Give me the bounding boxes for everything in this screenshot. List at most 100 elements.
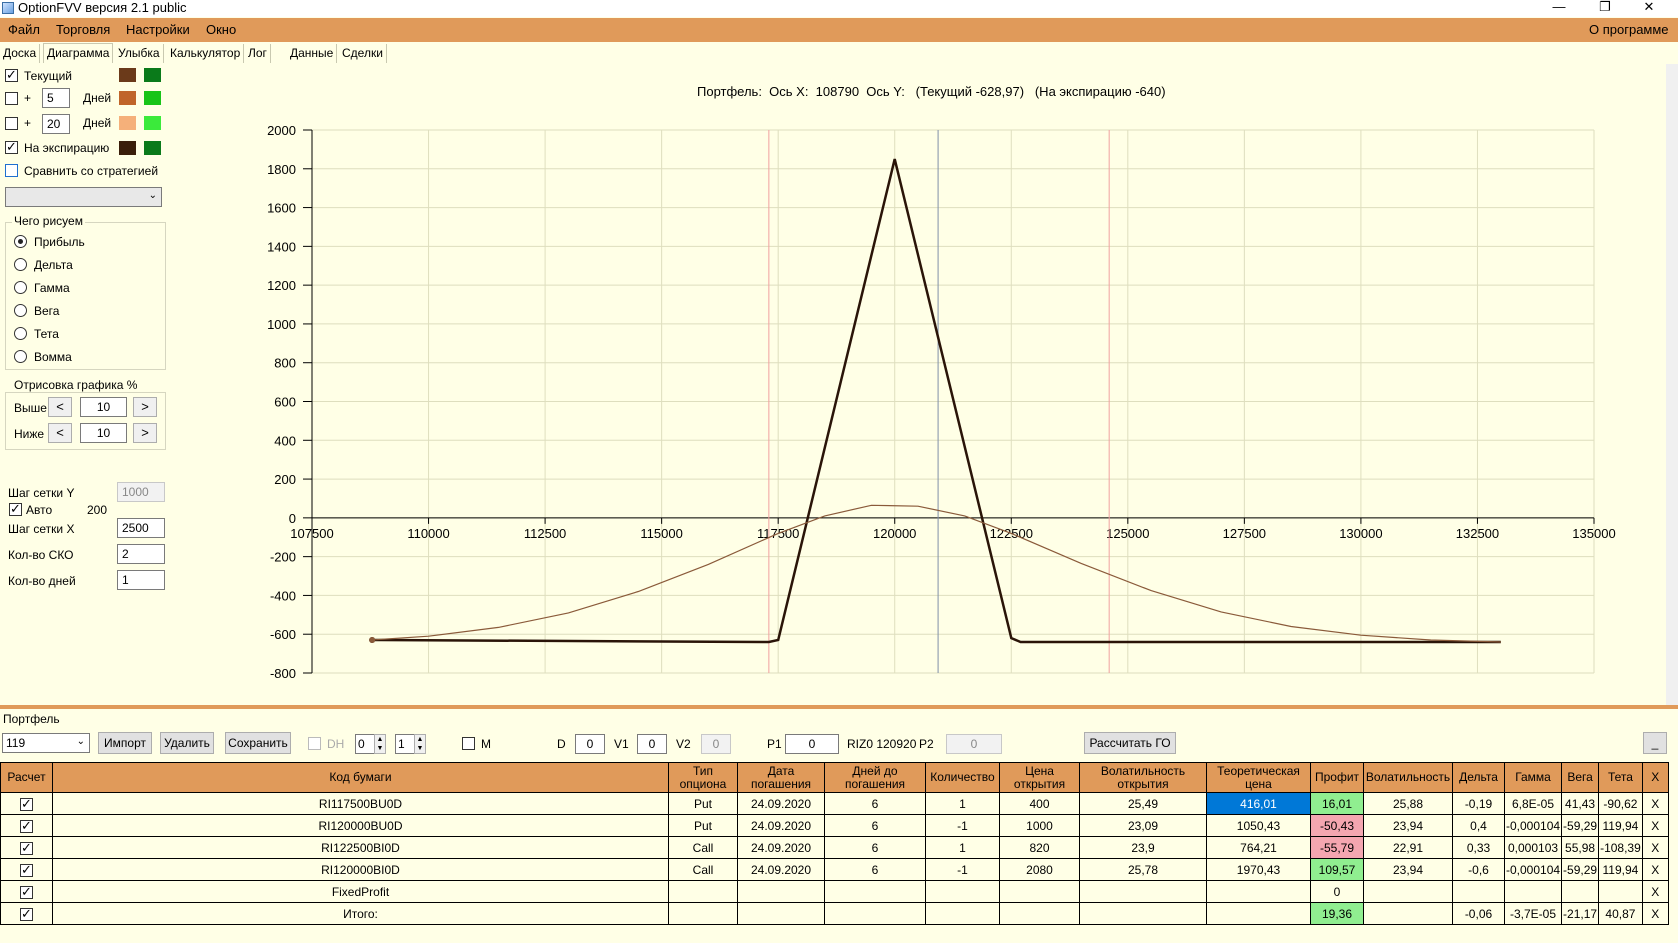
table-row[interactable]: RI120000BI0DCall24.09.20206-1208025,7819… xyxy=(0,858,1669,881)
column-header[interactable]: Профит xyxy=(1310,762,1364,793)
calc-checkbox[interactable] xyxy=(20,840,33,856)
column-header[interactable]: Код бумаги xyxy=(52,762,669,793)
table-cell: 24.09.2020 xyxy=(737,858,825,881)
column-header[interactable]: Цена открытия xyxy=(999,762,1080,793)
remove-row-button[interactable]: X xyxy=(1641,902,1669,925)
m-label: M xyxy=(481,737,491,751)
dh-spin1-input[interactable]: 0 xyxy=(355,734,375,754)
table-cell: 16,01 xyxy=(1310,792,1364,815)
calc-cell[interactable] xyxy=(0,858,53,881)
column-header[interactable]: Дельта xyxy=(1452,762,1505,793)
table-row[interactable]: RI122500BI0DCall24.09.20206182023,9764,2… xyxy=(0,836,1669,859)
payoff-chart[interactable]: 2000180016001400120010008006004002000-20… xyxy=(0,0,1678,705)
table-row[interactable]: Итого: 19,36 -0,06-3,7E-05-21,1740,87X xyxy=(0,902,1669,925)
remove-row-button[interactable]: X xyxy=(1641,858,1669,881)
remove-row-button[interactable]: X xyxy=(1641,880,1669,903)
table-cell: 6,8E-05 xyxy=(1503,792,1563,815)
table-row[interactable]: FixedProfit 0 X xyxy=(0,880,1669,903)
y-tick-label: -800 xyxy=(270,666,296,681)
table-cell: 0,33 xyxy=(1452,836,1505,859)
table-cell xyxy=(1452,880,1505,903)
table-cell xyxy=(737,880,825,903)
v2-label: V2 xyxy=(676,737,691,751)
import-button[interactable]: Импорт xyxy=(98,732,152,754)
column-header[interactable]: Волатильность открытия xyxy=(1079,762,1207,793)
dh-spin1-arrows[interactable]: ▲ ▼ xyxy=(374,734,386,754)
y-tick-label: 2000 xyxy=(267,123,296,138)
table-cell xyxy=(999,880,1080,903)
table-cell: -108,39 xyxy=(1598,836,1643,859)
table-cell: 25,78 xyxy=(1079,858,1207,881)
table-header: Расчет Код бумаги Тип опциона Дата погашени… xyxy=(0,762,1669,793)
calc-go-button[interactable]: Рассчитать ГО xyxy=(1084,732,1176,754)
table-cell: 400 xyxy=(999,792,1080,815)
table-cell: -3,7E-05 xyxy=(1503,902,1563,925)
remove-row-button[interactable]: X xyxy=(1641,836,1669,859)
m-checkbox[interactable] xyxy=(462,737,475,750)
portfolio-select[interactable]: 119 ⌄ xyxy=(2,733,90,753)
column-header[interactable]: Дней до погашения xyxy=(824,762,926,793)
table-cell: Put xyxy=(668,792,738,815)
y-tick-label: 800 xyxy=(274,356,296,371)
column-header[interactable]: Расчет xyxy=(0,762,53,793)
table-row[interactable]: RI120000BU0DPut24.09.20206-1100023,09105… xyxy=(0,814,1669,837)
dh-spin2-arrows[interactable]: ▲ ▼ xyxy=(414,734,426,754)
table-row[interactable]: RI117500BU0DPut24.09.20206140025,49416,0… xyxy=(0,792,1669,815)
table-cell: -1 xyxy=(925,814,1000,837)
calc-checkbox[interactable] xyxy=(20,862,33,878)
collapse-button[interactable]: _ xyxy=(1643,732,1667,754)
calc-checkbox[interactable] xyxy=(20,906,33,922)
p2-input[interactable]: 0 xyxy=(946,734,1002,754)
panel-splitter[interactable] xyxy=(0,705,1678,709)
save-button[interactable]: Сохранить xyxy=(225,732,291,754)
x-tick-label: 120000 xyxy=(873,526,916,541)
p1-input[interactable]: 0 xyxy=(785,734,839,754)
p1-label: P1 xyxy=(767,737,782,751)
table-cell xyxy=(668,902,738,925)
calc-cell[interactable] xyxy=(0,902,53,925)
table-cell: -59,29 xyxy=(1561,814,1600,837)
calc-checkbox[interactable] xyxy=(20,796,33,812)
delete-button[interactable]: Удалить xyxy=(160,732,214,754)
calc-cell[interactable] xyxy=(0,792,53,815)
table-cell: 119,94 xyxy=(1598,858,1643,881)
column-header[interactable]: Количество xyxy=(925,762,1000,793)
table-cell xyxy=(1363,880,1453,903)
column-header[interactable]: Вега xyxy=(1561,762,1600,793)
table-cell xyxy=(1206,880,1311,903)
table-cell xyxy=(1206,902,1311,925)
d-input[interactable]: 0 xyxy=(575,734,605,754)
table-cell: RI117500BU0D xyxy=(52,792,669,815)
table-cell: 23,94 xyxy=(1363,858,1453,881)
column-header[interactable]: X xyxy=(1641,762,1669,793)
v1-input[interactable]: 0 xyxy=(637,734,667,754)
dh-spin2-input[interactable]: 1 xyxy=(395,734,415,754)
remove-row-button[interactable]: X xyxy=(1641,814,1669,837)
column-header[interactable]: Волатильность xyxy=(1363,762,1453,793)
v2-input[interactable]: 0 xyxy=(701,734,731,754)
column-header[interactable]: Теоретическая цена xyxy=(1206,762,1311,793)
table-cell xyxy=(1503,880,1563,903)
table-cell: 40,87 xyxy=(1598,902,1643,925)
x-tick-label: 107500 xyxy=(290,526,333,541)
column-header[interactable]: Тип опциона xyxy=(668,762,738,793)
table-cell xyxy=(925,880,1000,903)
column-header[interactable]: Тета xyxy=(1598,762,1643,793)
dh-checkbox[interactable] xyxy=(308,737,321,750)
column-header[interactable]: Гамма xyxy=(1503,762,1563,793)
remove-row-button[interactable]: X xyxy=(1641,792,1669,815)
table-cell: -21,17 xyxy=(1561,902,1600,925)
calc-cell[interactable] xyxy=(0,814,53,837)
column-header[interactable]: Дата погашения xyxy=(737,762,825,793)
calc-checkbox[interactable] xyxy=(20,818,33,834)
calc-cell[interactable] xyxy=(0,880,53,903)
table-cell xyxy=(824,880,926,903)
table-cell: 1 xyxy=(925,792,1000,815)
calc-cell[interactable] xyxy=(0,836,53,859)
table-cell: 19,36 xyxy=(1310,902,1364,925)
series-start-point xyxy=(369,637,376,644)
table-cell xyxy=(999,902,1080,925)
vertical-scrollbar[interactable] xyxy=(1666,64,1678,705)
table-cell xyxy=(668,880,738,903)
calc-checkbox[interactable] xyxy=(20,884,33,900)
